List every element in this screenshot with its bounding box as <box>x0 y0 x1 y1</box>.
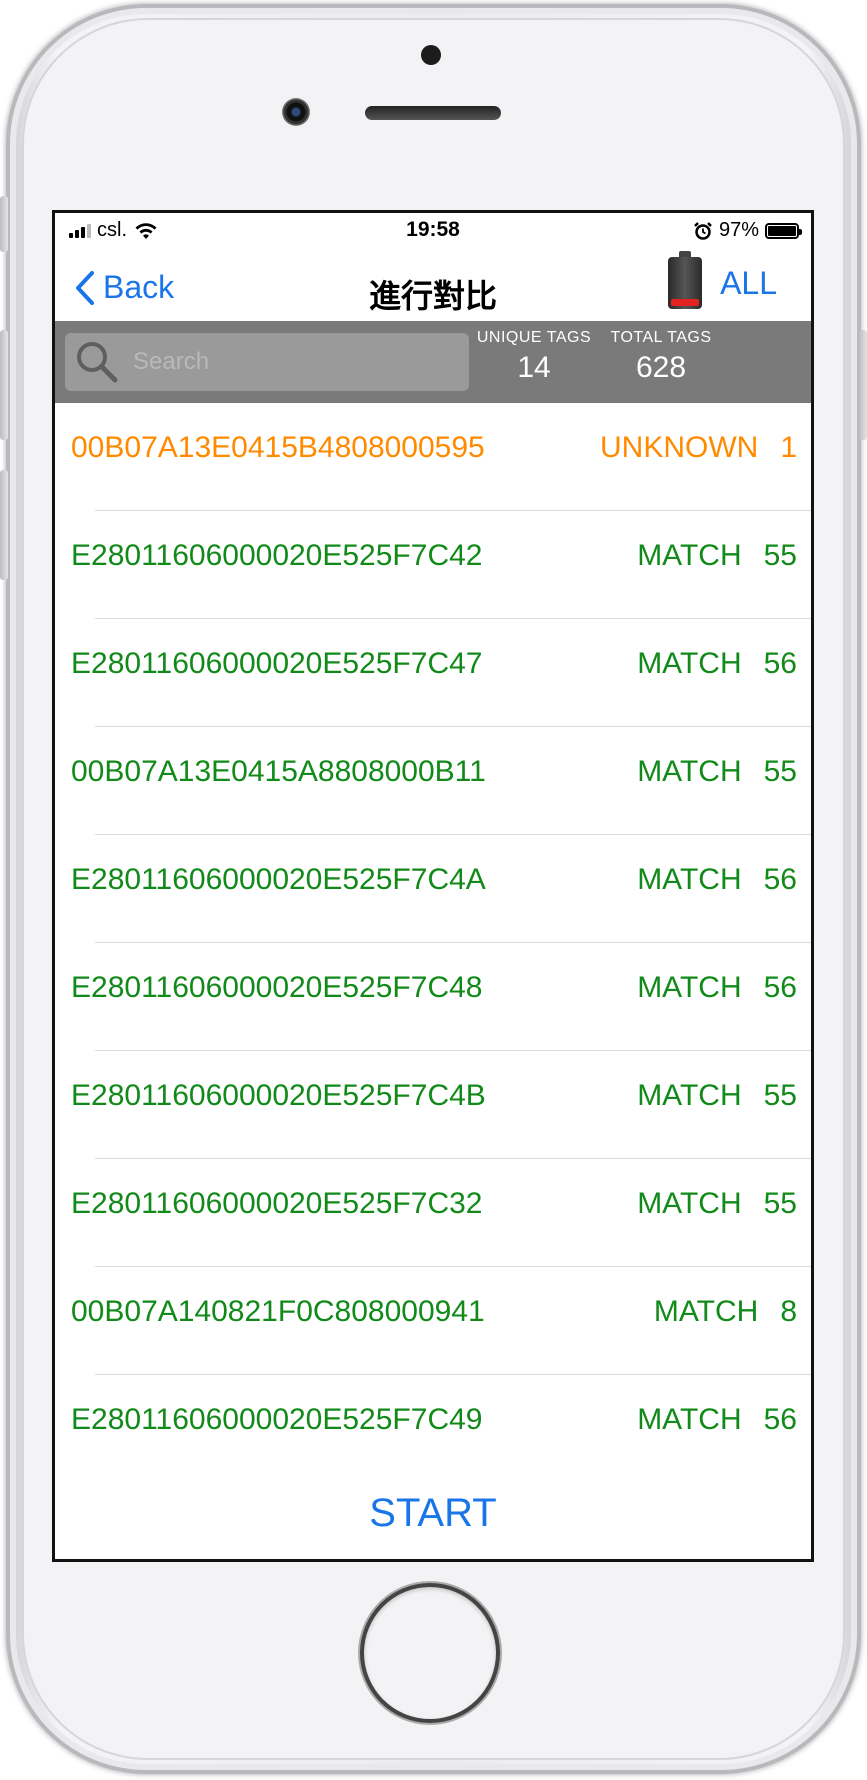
tag-status: MATCH <box>637 863 742 896</box>
tag-status: MATCH <box>637 1079 742 1112</box>
tag-status: MATCH <box>637 539 742 572</box>
tag-row[interactable]: E28011606000020E525F7C49 MATCH 56 <box>55 1375 811 1483</box>
tag-status: UNKNOWN <box>599 431 759 464</box>
total-tags-stat: TOTAL TAGS 628 <box>605 329 717 385</box>
mute-switch <box>0 196 8 252</box>
status-bar: csl. 19:58 97% <box>55 213 811 245</box>
tag-id: E28011606000020E525F7C4B <box>71 1079 486 1112</box>
tag-row[interactable]: E28011606000020E525F7C4B MATCH 55 <box>55 1051 811 1159</box>
tag-row[interactable]: E28011606000020E525F7C4A MATCH 56 <box>55 835 811 943</box>
total-tags-label: TOTAL TAGS <box>610 329 712 346</box>
tag-row[interactable]: 00B07A13E0415A8808000B11 MATCH 55 <box>55 727 811 835</box>
search-icon <box>77 342 118 383</box>
tag-status: MATCH <box>637 1187 742 1220</box>
tag-id: 00B07A13E0415A8808000B11 <box>71 755 486 788</box>
tag-status: MATCH <box>653 1295 759 1328</box>
tag-count: 1 <box>780 431 797 464</box>
tag-id: E28011606000020E525F7C32 <box>71 1187 483 1220</box>
tag-row[interactable]: E28011606000020E525F7C32 MATCH 55 <box>55 1159 811 1267</box>
unique-tags-value: 14 <box>517 351 551 384</box>
tag-id: E28011606000020E525F7C47 <box>71 647 483 680</box>
search-header: UNIQUE TAGS 14 TOTAL TAGS 628 <box>55 321 811 403</box>
home-button[interactable] <box>364 1587 496 1719</box>
tag-row[interactable]: 00B07A13E0415B4808000595 UNKNOWN 1 <box>55 403 811 511</box>
tag-count: 8 <box>780 1295 797 1328</box>
reader-battery-icon <box>668 251 703 309</box>
tag-id: E28011606000020E525F7C4A <box>71 863 486 896</box>
tag-row[interactable]: E28011606000020E525F7C48 MATCH 56 <box>55 943 811 1051</box>
tag-id: E28011606000020E525F7C48 <box>71 971 483 1004</box>
search-input[interactable] <box>119 341 469 383</box>
tag-id: 00B07A140821F0C808000941 <box>71 1295 485 1328</box>
tag-status: MATCH <box>637 971 742 1004</box>
tag-row[interactable]: E28011606000020E525F7C47 MATCH 56 <box>55 619 811 727</box>
battery-icon <box>765 222 802 239</box>
power-button <box>859 330 867 440</box>
reader-battery-level <box>671 299 700 306</box>
search-box <box>65 333 469 391</box>
tag-status: MATCH <box>637 1403 742 1436</box>
total-tags-value: 628 <box>635 351 687 384</box>
tag-count: 56 <box>763 863 797 896</box>
proximity-sensor <box>421 45 441 65</box>
start-button[interactable]: START <box>55 1491 811 1536</box>
tag-count: 56 <box>763 971 797 1004</box>
volume-up-button <box>0 330 8 440</box>
battery-percent: 97% <box>718 219 759 241</box>
tag-count: 56 <box>763 647 797 680</box>
alarm-icon <box>694 221 712 240</box>
tag-list: 00B07A13E0415B4808000595 UNKNOWN 1 E28011… <box>55 403 811 1483</box>
tag-id: 00B07A13E0415B4808000595 <box>71 431 485 464</box>
tag-row[interactable]: 00B07A140821F0C808000941 MATCH 8 <box>55 1267 811 1375</box>
tag-row[interactable]: E28011606000020E525F7C42 MATCH 55 <box>55 511 811 619</box>
tag-count: 55 <box>763 1187 797 1220</box>
front-camera <box>282 98 310 126</box>
tag-status: MATCH <box>637 755 742 788</box>
tag-id: E28011606000020E525F7C49 <box>71 1403 483 1436</box>
tag-count: 55 <box>763 755 797 788</box>
screen: csl. 19:58 97% Back 進行對比 ALL Search UNIQ… <box>52 210 814 1562</box>
tag-id: E28011606000020E525F7C42 <box>71 539 483 572</box>
unique-tags-label: UNIQUE TAGS <box>476 329 592 346</box>
filter-all-button[interactable]: ALL <box>720 265 777 302</box>
tag-count: 56 <box>763 1403 797 1436</box>
tag-status: MATCH <box>637 647 742 680</box>
volume-down-button <box>0 470 8 580</box>
tag-count: 55 <box>763 1079 797 1112</box>
earpiece-speaker <box>365 106 501 120</box>
navigation-bar: Back 進行對比 ALL <box>55 245 811 331</box>
tag-count: 55 <box>763 539 797 572</box>
unique-tags-stat: UNIQUE TAGS 14 <box>475 329 593 385</box>
